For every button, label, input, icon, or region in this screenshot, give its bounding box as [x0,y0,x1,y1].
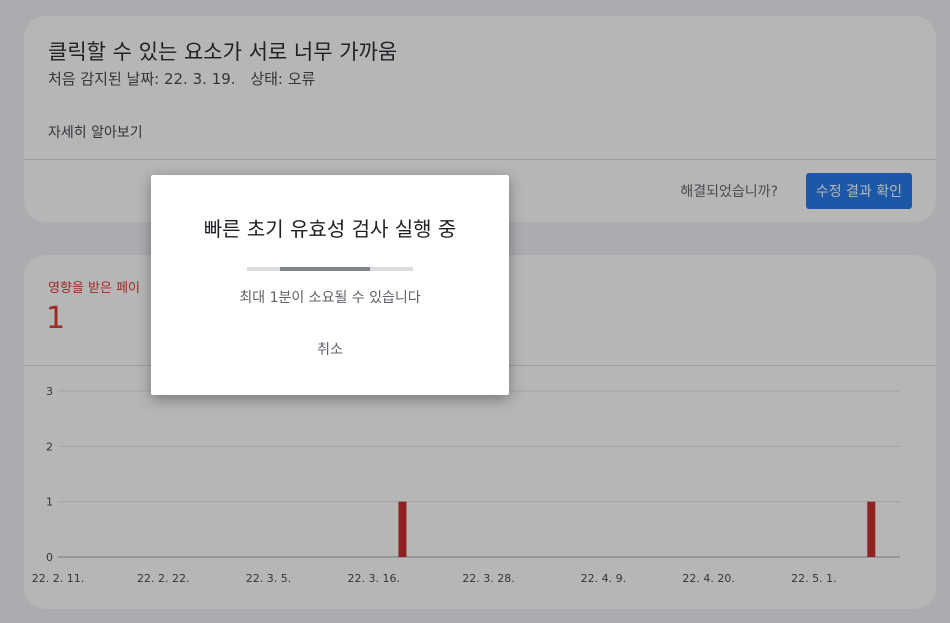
progress-bar [247,267,413,271]
dialog-title: 빠른 초기 유효성 검사 실행 중 [203,217,457,241]
progress-fill [280,267,370,271]
cancel-button[interactable]: 취소 [300,335,360,363]
validation-dialog: 빠른 초기 유효성 검사 실행 중 최대 1분이 소요될 수 있습니다 취소 [151,175,509,395]
dialog-subtitle: 최대 1분이 소요될 수 있습니다 [239,290,421,306]
